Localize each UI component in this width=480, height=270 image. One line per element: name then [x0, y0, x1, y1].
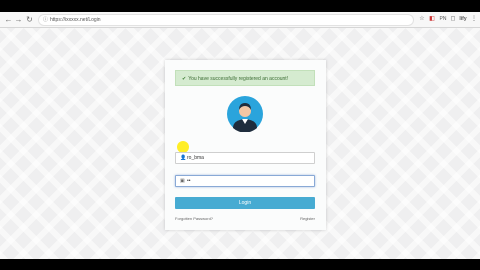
address-bar[interactable]: ⓘ https://ixxxxx.net/Login [38, 14, 414, 26]
username-input[interactable]: 👤 ro_bma [175, 152, 315, 164]
back-icon[interactable]: ← [4, 14, 13, 25]
extension-box-icon[interactable]: ◻ [449, 14, 457, 24]
login-button[interactable]: Login [175, 197, 315, 209]
extension-pn-icon[interactable]: PN [438, 14, 448, 24]
register-link[interactable]: Register [300, 216, 315, 222]
extension-icon[interactable]: ◧ [428, 14, 436, 24]
lock-icon: ▣ [180, 178, 185, 184]
letterbox-top [0, 0, 480, 12]
profile-icon[interactable]: Iify [457, 14, 469, 24]
username-value: ro_bma [187, 155, 204, 161]
check-icon: ✔ [182, 76, 187, 82]
login-panel: ✔ You have successfully registered an acc… [165, 60, 326, 230]
browser-toolbar: ← → ↻ ⓘ https://ixxxxx.net/Login ☆ ◧ PN … [0, 12, 480, 28]
letterbox-bottom [0, 259, 480, 270]
user-icon: 👤 [180, 155, 187, 161]
page-background: ✔ You have successfully registered an acc… [0, 28, 480, 259]
reload-icon[interactable]: ↻ [25, 14, 34, 25]
lock-icon: ⓘ [43, 17, 49, 23]
password-input[interactable]: ▣ •• [175, 175, 315, 187]
forward-icon[interactable]: → [14, 14, 23, 25]
menu-icon[interactable]: ⋮ [470, 14, 478, 24]
forgot-password-link[interactable]: Forgotten Password? [175, 216, 213, 222]
success-alert: ✔ You have successfully registered an acc… [175, 70, 315, 86]
password-value: •• [187, 178, 191, 184]
alert-text: You have successfully registered an acco… [188, 76, 289, 82]
browser-window: ← → ↻ ⓘ https://ixxxxx.net/Login ☆ ◧ PN … [0, 12, 480, 259]
url-text: https://ixxxxx.net/Login [50, 17, 101, 23]
bookmark-star-icon[interactable]: ☆ [418, 14, 426, 24]
user-avatar-icon [227, 96, 263, 132]
